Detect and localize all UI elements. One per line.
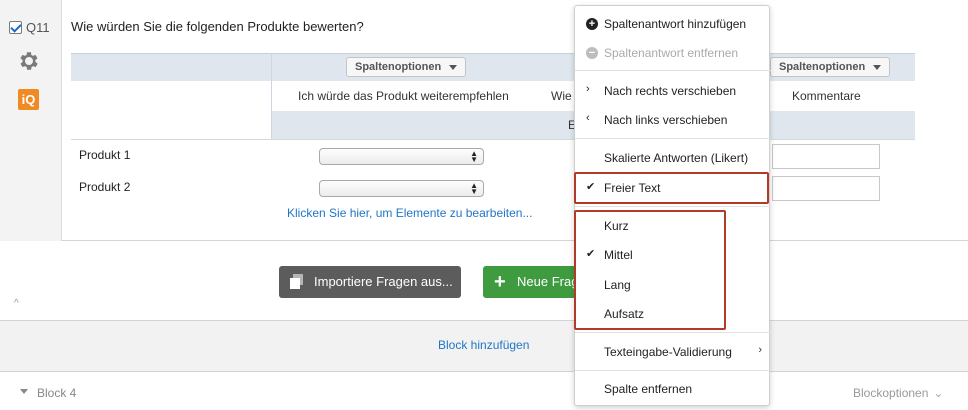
chevron-up-icon[interactable]: ^ bbox=[14, 298, 19, 309]
menu-separator bbox=[575, 206, 771, 207]
menu-item-add-answer[interactable]: + Spaltenantwort hinzufügen bbox=[575, 12, 771, 36]
row-label[interactable]: Produkt 1 bbox=[79, 148, 130, 162]
edit-items-link[interactable]: Klicken Sie hier, um Elemente zu bearbei… bbox=[287, 206, 532, 220]
answer-select[interactable]: ▲ ▼ bbox=[319, 180, 484, 197]
question-title[interactable]: Wie würden Sie die folgenden Produkte be… bbox=[71, 19, 364, 34]
column-options-menu: + Spaltenantwort hinzufügen − Spaltenant… bbox=[574, 5, 771, 406]
menu-item-remove-column[interactable]: Spalte entfernen bbox=[575, 377, 771, 401]
column-label[interactable]: Wie bbox=[551, 89, 572, 103]
chevron-down-icon: ⌄ bbox=[933, 386, 944, 400]
gear-icon[interactable] bbox=[17, 49, 41, 73]
menu-separator bbox=[575, 370, 771, 371]
highlight-box bbox=[574, 172, 769, 204]
plus-icon: + bbox=[494, 271, 506, 293]
minus-circle-icon: − bbox=[586, 47, 598, 59]
column-options-button[interactable]: Spaltenoptionen bbox=[346, 57, 467, 77]
menu-separator bbox=[575, 138, 771, 139]
comment-text-field[interactable] bbox=[772, 144, 880, 169]
block-options-button[interactable]: Blockoptionen ⌄ bbox=[853, 386, 943, 400]
copy-icon bbox=[290, 274, 303, 289]
menu-separator bbox=[575, 70, 771, 71]
chevron-down-icon bbox=[449, 64, 458, 70]
menu-item-scaled-answers[interactable]: Skalierte Antworten (Likert) bbox=[575, 146, 771, 170]
chevron-right-icon: › bbox=[586, 83, 590, 95]
menu-item-text-validation[interactable]: Texteingabe-Validierung › bbox=[575, 340, 771, 364]
chevron-down-icon bbox=[873, 64, 882, 70]
import-questions-button[interactable]: Importiere Fragen aus... bbox=[279, 266, 461, 298]
menu-item-remove-answer: − Spaltenantwort entfernen bbox=[575, 41, 771, 65]
column-label[interactable]: Kommentare bbox=[792, 89, 861, 103]
iq-badge-icon[interactable]: iQ bbox=[18, 89, 39, 110]
column-options-button[interactable]: Spaltenoptionen bbox=[770, 57, 891, 77]
collapse-caret-icon[interactable] bbox=[20, 389, 28, 394]
matrix-divider bbox=[71, 139, 915, 140]
chevron-right-icon: › bbox=[758, 344, 762, 356]
matrix-divider bbox=[271, 53, 272, 139]
block-header bbox=[0, 371, 968, 410]
column-label[interactable]: Ich würde das Produkt weiterempfehlen bbox=[298, 89, 509, 103]
chevron-left-icon: ‹ bbox=[586, 112, 590, 124]
select-arrows-icon: ▲ ▼ bbox=[470, 181, 478, 196]
comment-text-field[interactable] bbox=[772, 176, 880, 201]
highlight-box bbox=[574, 210, 726, 330]
block-title[interactable]: Block 4 bbox=[37, 386, 76, 400]
question-select-checkbox[interactable] bbox=[9, 21, 22, 34]
menu-item-move-left[interactable]: ‹ Nach links verschieben bbox=[575, 108, 771, 132]
question-id: Q11 bbox=[26, 20, 50, 35]
select-arrows-icon: ▲ ▼ bbox=[470, 149, 478, 164]
menu-item-move-right[interactable]: › Nach rechts verschieben bbox=[575, 79, 771, 103]
row-label[interactable]: Produkt 2 bbox=[79, 180, 130, 194]
answer-select[interactable]: ▲ ▼ bbox=[319, 148, 484, 165]
add-block-link[interactable]: Block hinzufügen bbox=[438, 338, 529, 352]
plus-circle-icon: + bbox=[586, 18, 598, 30]
menu-separator bbox=[575, 332, 771, 333]
question-sidebar bbox=[0, 0, 62, 241]
